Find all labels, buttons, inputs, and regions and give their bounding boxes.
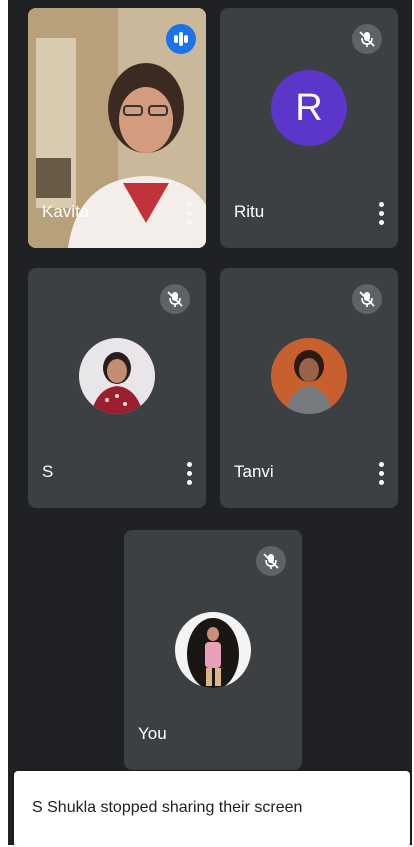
participant-tile-tanvi[interactable]: Tanvi (220, 268, 398, 508)
avatar: R (271, 70, 347, 146)
more-options-icon[interactable] (186, 462, 192, 488)
mic-off-icon (352, 284, 382, 314)
avatar (79, 338, 155, 414)
participant-name: You (138, 724, 167, 743)
toast-notification: S Shukla stopped sharing their screen (14, 771, 410, 847)
mic-off-icon (160, 284, 190, 314)
participant-tile-s[interactable]: S (28, 268, 206, 508)
mic-off-icon (256, 546, 286, 576)
participant-name: Tanvi (234, 462, 274, 481)
avatar (175, 612, 251, 688)
mic-off-icon (352, 24, 382, 54)
meeting-grid: Kavita R Ritu S Tanvi You (8, 0, 412, 845)
participant-tile-ritu[interactable]: R Ritu (220, 8, 398, 248)
speaking-indicator-icon (166, 24, 196, 54)
participant-tile-kavita[interactable]: Kavita (28, 8, 206, 248)
participant-name: S (42, 462, 54, 481)
participant-name: Ritu (234, 202, 265, 221)
more-options-icon[interactable] (186, 202, 192, 228)
participant-tile-you[interactable]: You (124, 530, 302, 770)
avatar (271, 338, 347, 414)
more-options-icon[interactable] (378, 462, 384, 488)
toast-message: S Shukla stopped sharing their screen (32, 799, 303, 816)
participant-name: Kavita (42, 202, 90, 221)
more-options-icon[interactable] (378, 202, 384, 228)
